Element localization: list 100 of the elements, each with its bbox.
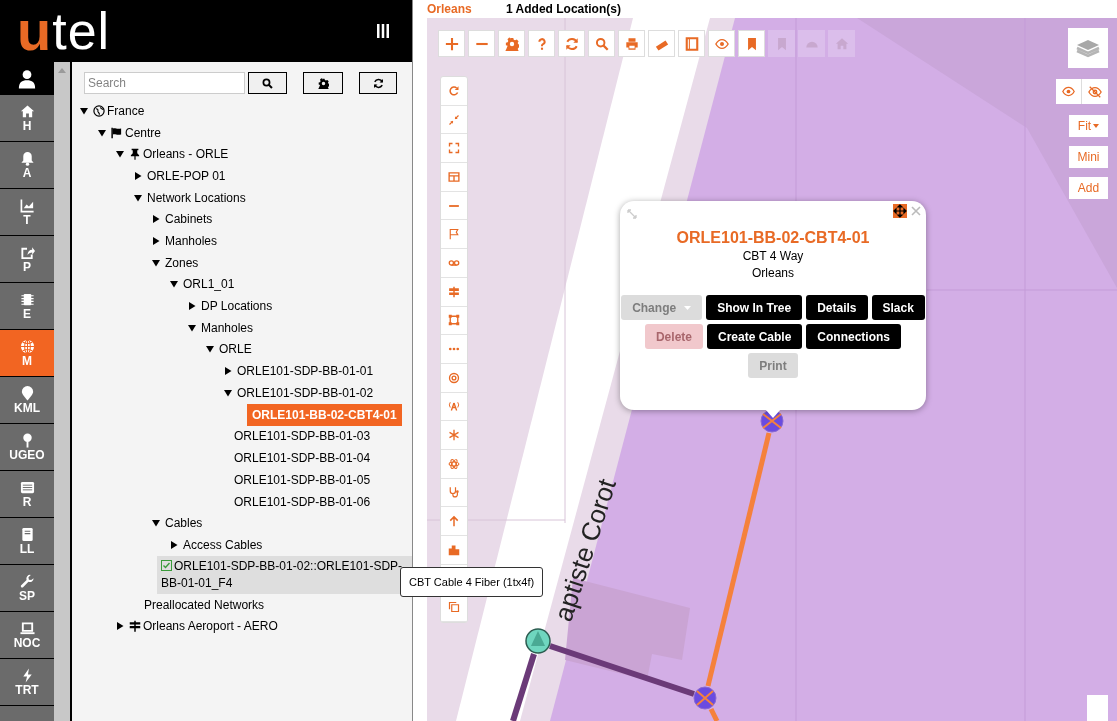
help-button[interactable] [528,30,555,57]
nav-item[interactable]: NOC [0,612,54,659]
collapsed-arrow-icon[interactable] [170,540,178,549]
tree-item[interactable]: ORLE101-SDP-BB-01-01 [237,362,374,381]
bell-icon [19,150,35,166]
zoom-in-button[interactable] [438,30,465,57]
tree-item[interactable]: Preallocated Networks [144,595,265,614]
wrench-icon [19,573,35,589]
book-icon [19,526,35,542]
tree-item[interactable]: Orleans - ORLE [143,145,229,164]
tree-item[interactable]: ORLE101-SDP-BB-01-03 [234,427,371,446]
popup-button[interactable]: Show In Tree [706,295,803,320]
popup-button[interactable]: Slack [871,295,925,320]
tree-item[interactable]: Manholes [165,231,218,250]
nav-item[interactable]: P [0,236,54,283]
scroll-up-icon[interactable] [58,68,66,73]
nav-item[interactable]: UGEO [0,424,54,471]
checkbox[interactable] [161,559,172,571]
layers-button[interactable] [1068,28,1108,68]
signpost-icon [448,285,460,298]
collapsed-arrow-icon[interactable] [116,622,124,631]
view-button[interactable] [708,30,735,57]
expanded-arrow-icon[interactable] [224,388,232,397]
tree-item[interactable]: DP Locations [201,297,273,316]
target-icon [448,371,460,384]
city-icon [448,543,460,556]
collapsed-arrow-icon[interactable] [152,215,160,224]
tree-item[interactable]: Zones [165,253,199,272]
nav-item[interactable]: LL [0,518,54,565]
nav-item[interactable]: TRT [0,659,54,706]
tree-item[interactable]: Centre [125,123,162,142]
popup-button[interactable]: Create Cable [707,324,803,349]
tree-item[interactable]: ORLE101-SDP-BB-01-05 [234,470,371,489]
expanded-arrow-icon[interactable] [134,193,142,202]
tree-item[interactable]: ORLE-POP 01 [147,166,226,185]
nav-item[interactable]: T [0,189,54,236]
tree-item[interactable]: Manholes [201,318,254,337]
popup-button[interactable]: Details [806,295,868,320]
tree-item[interactable]: Network Locations [147,188,246,207]
plus-icon [444,36,459,51]
expanded-arrow-icon[interactable] [80,106,88,115]
nav-item[interactable]: H [0,95,54,142]
duct-line[interactable] [510,653,537,721]
user-icon[interactable] [17,68,37,89]
chip-icon [19,291,35,307]
signpost-icon [129,620,141,633]
table-icon [448,170,460,183]
cable-line[interactable] [708,707,720,721]
expanded-arrow-icon[interactable] [98,128,106,137]
home-icon [19,103,35,119]
tree-item[interactable]: ORL1_01 [183,275,235,294]
tree-item[interactable]: ORLE101-SDP-BB-01-04 [234,449,371,468]
flag-icon [448,228,460,241]
zoom-out-button[interactable] [468,30,495,57]
tree-item[interactable]: ORLE101-SDP-BB-01-06 [234,492,371,511]
tree-item[interactable]: ORLE101-SDP-BB-01-02 [237,383,374,402]
collapsed-arrow-icon[interactable] [152,236,160,245]
manhole-marker[interactable] [693,686,717,710]
expanded-arrow-icon[interactable] [152,258,160,267]
expanded-arrow-icon[interactable] [170,280,178,289]
nav-item[interactable]: E [0,283,54,330]
move-icon[interactable] [893,204,907,218]
laptop-icon [19,620,35,636]
collapsed-arrow-icon[interactable] [188,302,196,311]
bookmark-button[interactable] [738,30,765,57]
nav-item[interactable]: SP [0,565,54,612]
measure-button[interactable] [648,30,675,57]
print-button[interactable] [618,30,645,57]
expanded-arrow-icon[interactable] [206,345,214,354]
search-field[interactable]: Search [84,72,245,94]
nav-item[interactable]: A [0,142,54,189]
collapsed-arrow-icon[interactable] [224,367,232,376]
tree-item[interactable]: Cabinets [165,210,213,229]
node-marker[interactable] [525,628,551,654]
columns-icon[interactable] [376,24,390,38]
book-button[interactable] [678,30,705,57]
refresh-button[interactable] [359,72,397,94]
street-label: aptiste Corot [548,474,622,626]
nav-item[interactable]: KML [0,377,54,424]
expanded-arrow-icon[interactable] [116,150,124,159]
collapsed-arrow-icon[interactable] [134,171,142,180]
expanded-arrow-icon[interactable] [152,519,160,528]
list-icon [19,479,35,495]
duct-line[interactable] [549,643,695,697]
settings-button[interactable] [303,72,343,94]
close-icon[interactable] [911,206,921,216]
tree-item[interactable]: Orleans Aeroport - AERO [143,617,278,636]
tree-item[interactable]: Cables [165,514,203,533]
expanded-arrow-icon[interactable] [188,323,196,332]
book-icon [684,36,699,51]
scrollbar[interactable] [54,62,70,721]
search-button[interactable] [248,72,287,94]
tree-item[interactable]: France [107,101,145,120]
tree-item[interactable]: Access Cables [183,535,263,554]
tree-item[interactable]: ORLE [219,340,252,359]
thumbtack-icon [129,148,141,161]
popup-button[interactable]: Connections [806,324,902,349]
globe-icon [93,104,105,117]
nav-item[interactable]: R [0,471,54,518]
eye-icon [1062,85,1075,98]
